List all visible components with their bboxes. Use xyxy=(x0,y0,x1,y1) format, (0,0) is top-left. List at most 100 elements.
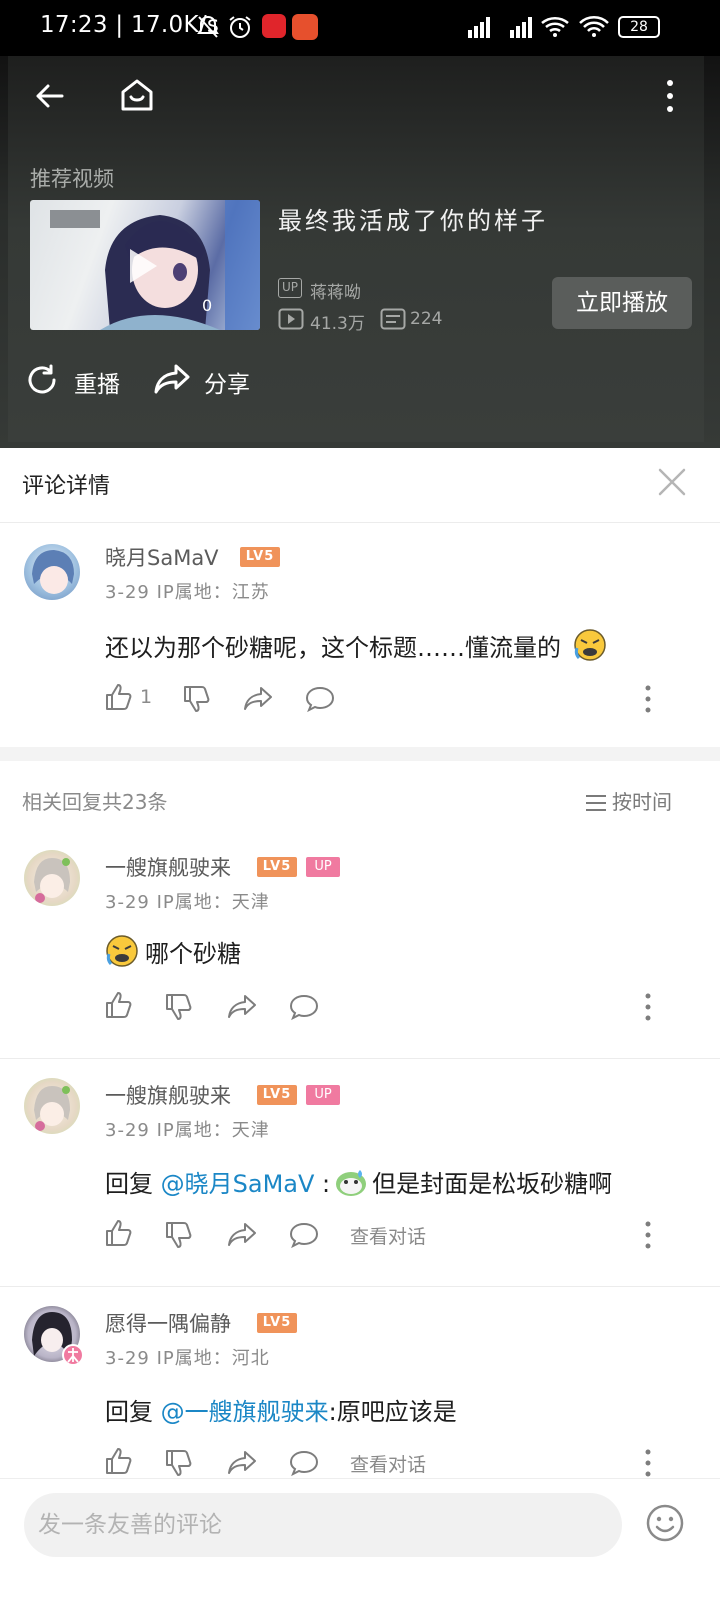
level-badge: LV5 xyxy=(257,857,297,877)
more-vertical-icon[interactable] xyxy=(664,78,676,114)
status-time: 17:23 | 17.0K/s xyxy=(40,12,220,38)
reply-bubble-icon[interactable] xyxy=(288,1448,320,1478)
thumbs-down-icon[interactable] xyxy=(164,992,194,1022)
level-badge: LV5 xyxy=(240,547,280,567)
comment-meta: 3-29 IP属地：天津 xyxy=(105,1120,270,1141)
comment-text: :原吧应该是 xyxy=(328,1398,457,1426)
avatar[interactable] xyxy=(24,544,80,600)
recommended-video-label: 推荐视频 xyxy=(30,167,114,191)
uploader-name[interactable]: 蒋蒋呦 xyxy=(310,278,361,303)
share-icon[interactable] xyxy=(242,684,274,714)
thumbs-up-icon[interactable] xyxy=(104,1218,134,1248)
more-options-icon[interactable] xyxy=(640,1220,656,1250)
comment-text: 但是封面是松坂砂糖啊 xyxy=(372,1170,613,1198)
comment-meta: 3-29 IP属地：天津 xyxy=(105,892,270,913)
level-badge: LV5 xyxy=(257,1313,297,1333)
bell-off-icon xyxy=(197,15,219,38)
reply-item: 一艘旗舰驶来 LV5 UP 3-29 IP属地：天津 回复 @晓月SaMaV :… xyxy=(0,1058,720,1286)
comment-detail-title: 评论详情 xyxy=(22,474,111,499)
mention-link[interactable]: @一艘旗舰驶来 xyxy=(161,1398,329,1426)
netease-music-icon xyxy=(262,14,286,38)
vip-badge-icon xyxy=(62,1344,84,1366)
more-options-icon[interactable] xyxy=(640,1448,656,1478)
video-thumbnail[interactable]: 0 xyxy=(30,200,260,330)
view-conversation-link[interactable]: 查看对话 xyxy=(350,1222,426,1249)
reply-bubble-icon[interactable] xyxy=(288,992,320,1022)
view-conversation-link[interactable]: 查看对话 xyxy=(350,1450,426,1477)
comment-text: 还以为那个砂糖呢，这个标题……懂流量的 xyxy=(105,634,561,662)
username[interactable]: 一艘旗舰驶来 xyxy=(105,852,231,882)
thumbs-down-icon[interactable] xyxy=(182,684,212,714)
view-count: 41.3万 xyxy=(310,314,365,334)
username[interactable]: 晓月SaMaV xyxy=(105,542,219,572)
up-badge: UP xyxy=(306,857,340,877)
thumbs-up-icon[interactable] xyxy=(104,682,134,712)
avatar-illustration xyxy=(34,1086,70,1131)
danmaku-count: 224 xyxy=(410,309,443,329)
comment-input-bar: 发一条友善的评论 xyxy=(0,1478,720,1600)
alarm-icon xyxy=(229,16,251,38)
comment-text-row: 回复 @晓月SaMaV : 但是封面是松坂砂糖啊 xyxy=(105,1164,612,1199)
back-arrow-icon[interactable] xyxy=(32,78,68,114)
share-icon[interactable] xyxy=(226,992,258,1022)
like-count: 1 xyxy=(140,686,153,708)
share-label: 分享 xyxy=(204,372,250,398)
share-icon[interactable] xyxy=(226,1220,258,1250)
signal-icon-1 xyxy=(468,17,490,38)
username[interactable]: 愿得一隅偏静 xyxy=(105,1308,231,1338)
comment-text-row: 哪个砂糖 xyxy=(105,934,241,969)
comment-input-placeholder: 发一条友善的评论 xyxy=(38,1512,222,1538)
signal-icon-2 xyxy=(510,17,532,38)
avatar-illustration xyxy=(34,858,70,903)
sort-lines-icon xyxy=(586,795,606,811)
thumbs-up-icon[interactable] xyxy=(104,990,134,1020)
sort-by-time-button[interactable]: 按时间 xyxy=(586,786,672,815)
replay-icon xyxy=(28,364,56,394)
play-triangle-icon xyxy=(130,249,157,283)
video-title[interactable]: 最终我活成了你的样子 xyxy=(278,201,548,236)
reply-count-label: 相关回复共23条 xyxy=(22,790,168,814)
crying-emoji-icon xyxy=(573,629,606,661)
battery-level: 28 xyxy=(630,19,648,35)
emoji-picker-icon[interactable] xyxy=(645,1503,685,1543)
close-icon[interactable] xyxy=(656,466,688,498)
video-end-card: 推荐视频 0 最终我活成了你的样子 UP 蒋蒋呦 41.3万 224 立即播放 … xyxy=(8,56,704,442)
video-panel: 推荐视频 0 最终我活成了你的样子 UP 蒋蒋呦 41.3万 224 立即播放 … xyxy=(0,56,720,448)
up-badge-icon: UP xyxy=(278,278,302,298)
more-options-icon[interactable] xyxy=(640,992,656,1022)
mention-link[interactable]: @晓月SaMaV xyxy=(161,1170,315,1198)
comment-input[interactable]: 发一条友善的评论 xyxy=(24,1493,622,1557)
comment-sheet-header: 评论详情 xyxy=(0,448,720,522)
avatar-illustration xyxy=(32,550,74,594)
comment-text-row: 回复 @一艘旗舰驶来:原吧应该是 xyxy=(105,1392,457,1427)
avatar[interactable] xyxy=(24,850,80,906)
share-icon[interactable] xyxy=(226,1448,258,1478)
thumbs-down-icon[interactable] xyxy=(164,1220,194,1250)
reply-prefix: 回复 xyxy=(105,1398,161,1426)
play-now-button[interactable]: 立即播放 xyxy=(552,277,692,329)
share-icon xyxy=(154,364,190,394)
thumbnail-counter: 0 xyxy=(202,296,213,315)
avatar[interactable] xyxy=(24,1078,80,1134)
up-badge-label: UP xyxy=(281,280,299,294)
thumbs-down-icon[interactable] xyxy=(164,1448,194,1478)
up-badge: UP xyxy=(306,1085,340,1105)
reply-item: 愿得一隅偏静 LV5 3-29 IP属地：河北 回复 @一艘旗舰驶来:原吧应该是… xyxy=(0,1286,720,1478)
wifi-icon xyxy=(579,16,609,37)
comment-text-row: 还以为那个砂糖呢，这个标题……懂流量的 xyxy=(105,628,607,663)
level-badge: LV5 xyxy=(257,1085,297,1105)
root-comment: 晓月SaMaV LV5 3-29 IP属地：江苏 还以为那个砂糖呢，这个标题……… xyxy=(0,522,720,747)
home-icon[interactable] xyxy=(118,76,156,114)
reply-bubble-icon[interactable] xyxy=(288,1220,320,1250)
thumbs-up-icon[interactable] xyxy=(104,1446,134,1476)
comment-meta: 3-29 IP属地：河北 xyxy=(105,1348,270,1369)
section-divider xyxy=(0,747,720,761)
username[interactable]: 一艘旗舰驶来 xyxy=(105,1080,231,1110)
reply-prefix: 回复 xyxy=(105,1170,161,1198)
reply-item: 一艘旗舰驶来 LV5 UP 3-29 IP属地：天津 哪个砂糖 xyxy=(0,830,720,1058)
more-options-icon[interactable] xyxy=(640,684,656,714)
wifi-plus-icon xyxy=(541,16,569,37)
reply-bubble-icon[interactable] xyxy=(304,684,336,714)
sort-label: 按时间 xyxy=(612,790,672,814)
danmaku-icon xyxy=(380,308,406,330)
